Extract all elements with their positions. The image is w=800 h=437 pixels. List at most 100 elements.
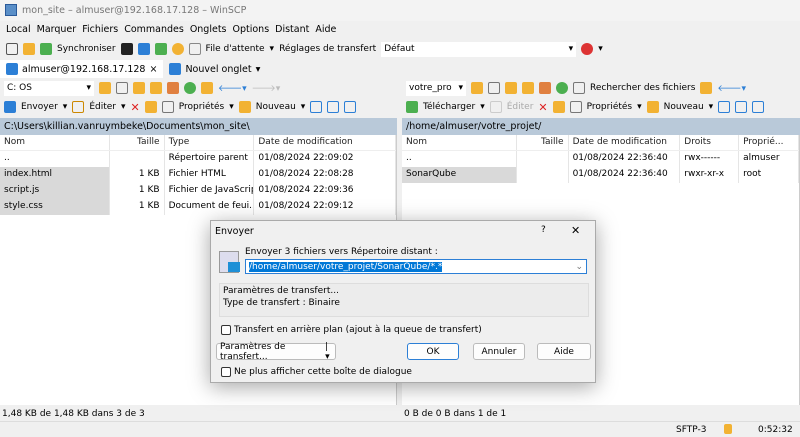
compare-icon[interactable]	[6, 43, 18, 55]
queue-button[interactable]: File d'attente	[206, 44, 265, 54]
col-date[interactable]: Date de modification	[254, 135, 396, 150]
properties-button[interactable]: Propriétés	[587, 102, 632, 112]
filter-icon[interactable]	[116, 82, 128, 94]
dont-show-checkbox[interactable]: Ne plus afficher cette boîte de dialogue	[221, 367, 412, 377]
parent-dir-icon[interactable]	[133, 82, 145, 94]
file-row[interactable]: SonarQube 01/08/2024 22:36:40 rwxr-xr-x roo…	[402, 167, 799, 183]
checkbox[interactable]	[221, 325, 231, 335]
open-folder-icon[interactable]	[99, 82, 111, 94]
file-cell: Fichier de JavaScript	[165, 183, 255, 199]
back-arrow-icon[interactable]: 🡐▾	[218, 83, 247, 94]
refresh-icon[interactable]	[154, 43, 167, 55]
sync-arrows-icon[interactable]	[581, 43, 594, 55]
right-nav-toolbar: votre_pro ▾ Rechercher des fichiers 🡐▾	[406, 79, 746, 97]
ok-button[interactable]: OK	[407, 343, 459, 360]
menu-commandes[interactable]: Commandes	[124, 24, 184, 38]
dir-value: votre_pro	[409, 83, 452, 93]
refresh-icon[interactable]	[556, 82, 568, 94]
menu-aide[interactable]: Aide	[315, 24, 336, 38]
dialog-close-button[interactable]: ✕	[571, 224, 580, 237]
filter-select-icon[interactable]	[344, 101, 357, 113]
forward-arrow-icon[interactable]: 🡒▾	[252, 83, 281, 94]
background-transfer-checkbox[interactable]: Transfert en arrière plan (ajout à la qu…	[221, 325, 482, 335]
delete-icon[interactable]: ✕	[131, 101, 140, 114]
target-value: /home/almuser/votre_projet/SonarQube/*.*	[249, 261, 443, 272]
chevron-down-icon[interactable]: ⌄	[575, 262, 583, 272]
file-row[interactable]: script.js 1 KB Fichier de JavaScript 01/08/…	[0, 183, 396, 199]
tab-new[interactable]: Nouvel onglet ▾	[163, 60, 266, 78]
edit-icon	[489, 101, 502, 113]
chevron-down-icon[interactable]: ▾	[270, 44, 275, 54]
root-dir-icon[interactable]	[150, 82, 162, 94]
root-dir-icon[interactable]	[522, 82, 534, 94]
col-name[interactable]: Nom	[402, 135, 517, 150]
col-size[interactable]: Taille	[517, 135, 569, 150]
edit-button[interactable]: Éditer	[89, 102, 116, 112]
file-row[interactable]: index.html 1 KB Fichier HTML 01/08/2024 22:…	[0, 167, 396, 183]
menu-fichiers[interactable]: Fichiers	[82, 24, 118, 38]
home-icon[interactable]	[167, 82, 179, 94]
unselect-all-icon[interactable]	[327, 101, 340, 113]
help-button[interactable]: Aide	[537, 343, 591, 360]
col-date[interactable]: Date de modification	[569, 135, 681, 150]
menu-onglets[interactable]: Onglets	[190, 24, 227, 38]
file-name: index.html	[0, 167, 110, 183]
col-size[interactable]: Taille	[110, 135, 165, 150]
right-path-bar[interactable]: /home/almuser/votre_projet/	[402, 118, 800, 135]
open-folder-icon[interactable]	[471, 82, 483, 94]
col-owner[interactable]: Proprié...	[739, 135, 799, 150]
upload-button[interactable]: Envoyer	[21, 102, 58, 112]
rename-icon[interactable]	[552, 101, 565, 113]
select-all-icon[interactable]	[310, 101, 323, 113]
file-row[interactable]: style.css 1 KB Document de feui... 01/08/20…	[0, 199, 396, 215]
delete-icon[interactable]: ✕	[538, 101, 547, 114]
target-directory-input[interactable]: /home/almuser/votre_projet/SonarQube/*.*…	[245, 259, 587, 274]
menu-marquer[interactable]: Marquer	[37, 24, 77, 38]
left-status: 1,48 KB de 1,48 KB dans 3 de 3	[2, 409, 145, 419]
col-name[interactable]: Nom	[0, 135, 110, 150]
left-path-bar[interactable]: C:\Users\killian.vanruymbeke\Documents\m…	[0, 118, 397, 135]
dialog-help-button[interactable]: ?	[541, 225, 546, 235]
properties-button[interactable]: Propriétés	[179, 102, 224, 112]
synchronize-button[interactable]: Synchroniser	[57, 44, 116, 54]
transfer-settings-select[interactable]: Défaut ▾	[381, 41, 577, 57]
cancel-button[interactable]: Annuler	[473, 343, 525, 360]
tree-icon[interactable]	[201, 82, 213, 94]
find-files-button[interactable]: Rechercher des fichiers	[590, 83, 695, 93]
new-button[interactable]: Nouveau	[664, 102, 704, 112]
checkbox[interactable]	[221, 367, 231, 377]
unselect-all-icon[interactable]	[735, 101, 748, 113]
chevron-down-icon[interactable]: ▾	[598, 44, 603, 54]
menu-distant[interactable]: Distant	[275, 24, 309, 38]
rename-icon[interactable]	[144, 101, 157, 113]
filter-select-icon[interactable]	[752, 101, 765, 113]
menu-options[interactable]: Options	[233, 24, 270, 38]
terminal-icon[interactable]	[120, 43, 133, 55]
file-row[interactable]: .. Répertoire parent 01/08/2024 22:09:02	[0, 151, 396, 167]
tree-icon[interactable]	[700, 82, 713, 94]
file-row[interactable]: .. 01/08/2024 22:36:40 rwx------ almuser	[402, 151, 799, 167]
gear-icon[interactable]	[171, 43, 184, 55]
background-label: Transfert en arrière plan (ajout à la qu…	[234, 325, 482, 335]
home-icon[interactable]	[539, 82, 551, 94]
menu-local[interactable]: Local	[6, 24, 31, 38]
select-all-icon[interactable]	[718, 101, 731, 113]
chevron-down-icon[interactable]: |▾	[325, 342, 332, 362]
transfer-settings-button[interactable]: Paramètres de transfert... |▾	[216, 342, 336, 362]
putty-icon[interactable]	[137, 43, 150, 55]
col-type[interactable]: Type	[165, 135, 255, 150]
refresh-icon[interactable]	[184, 82, 196, 94]
left-drive-select[interactable]: C: OS ▾	[4, 80, 94, 96]
new-button[interactable]: Nouveau	[256, 102, 296, 112]
col-rights[interactable]: Droits	[680, 135, 740, 150]
right-dir-select[interactable]: votre_pro ▾	[406, 80, 466, 96]
close-tab-icon[interactable]: ×	[149, 64, 157, 75]
filter-icon[interactable]	[488, 82, 500, 94]
parent-dir-icon[interactable]	[505, 82, 517, 94]
back-arrow-icon[interactable]: 🡐▾	[717, 83, 746, 94]
sync-browse-icon[interactable]	[23, 43, 35, 55]
download-button[interactable]: Télécharger	[423, 102, 475, 112]
tab-session[interactable]: almuser@192.168.17.128 ×	[0, 60, 164, 78]
file-cell: 01/08/2024 22:09:02	[254, 151, 396, 167]
edit-button[interactable]: Éditer	[507, 102, 534, 112]
